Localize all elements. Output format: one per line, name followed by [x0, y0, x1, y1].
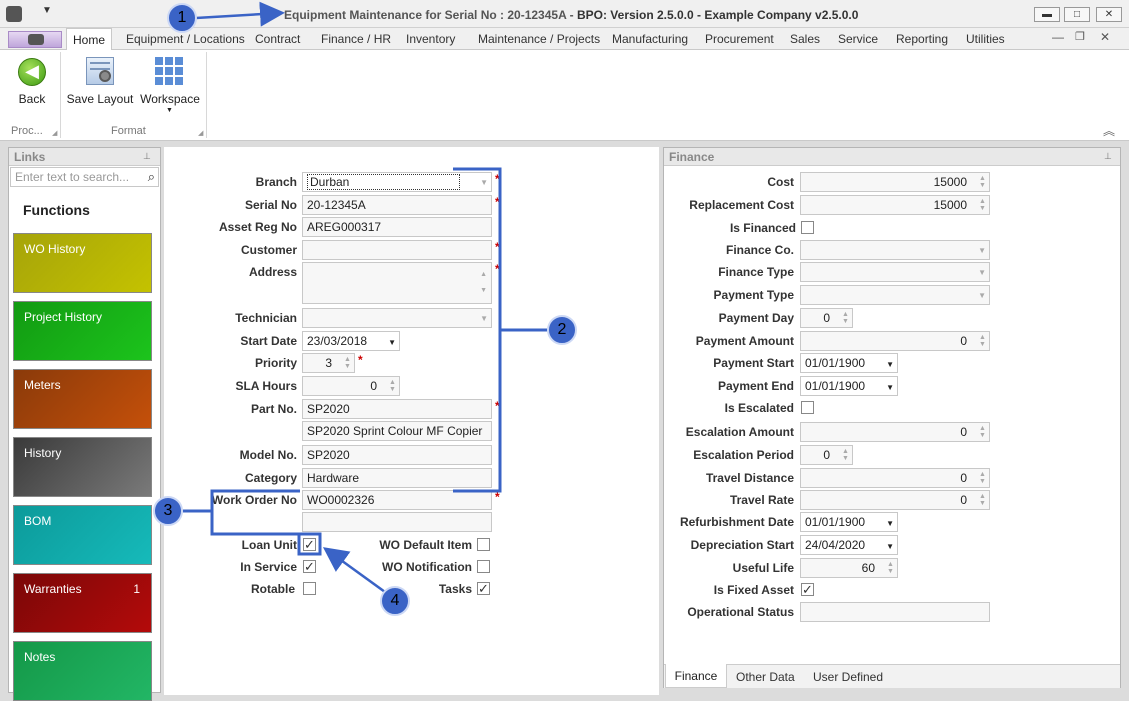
callout-marker-3: 3	[153, 496, 183, 526]
callout-1-arrow	[195, 1, 285, 27]
callout-3-bracket	[210, 489, 300, 536]
callout-2-bracket	[453, 167, 502, 493]
annotation-overlay	[183, 1, 547, 594]
callout-marker-2: 2	[547, 315, 577, 345]
callout-4-arrow	[322, 547, 386, 594]
callout-marker-1: 1	[167, 3, 197, 33]
callout-marker-4: 4	[380, 586, 410, 616]
callout-4-highlight	[297, 532, 322, 556]
